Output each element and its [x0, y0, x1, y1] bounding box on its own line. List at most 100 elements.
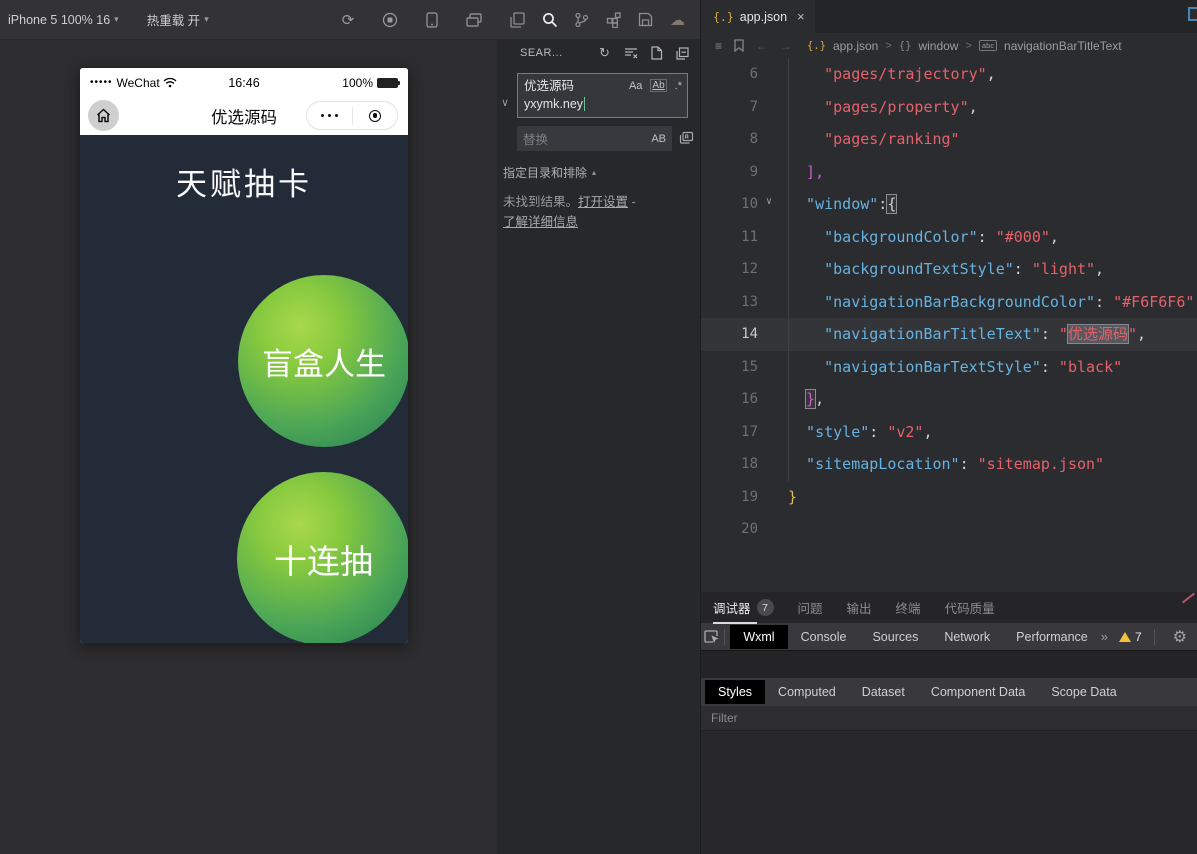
clear-results-icon[interactable]	[623, 46, 638, 61]
tab-computed[interactable]: Computed	[765, 680, 849, 704]
code-line-20[interactable]: 20	[701, 513, 1197, 546]
whole-word-toggle[interactable]: Ab	[650, 79, 666, 92]
code-line-14[interactable]: 14"navigationBarTitleText": "优选源码",	[701, 318, 1197, 351]
replace-input[interactable]: 替换 AB	[517, 126, 672, 151]
refresh-icon[interactable]: ⟳	[339, 11, 357, 29]
collapse-all-icon[interactable]	[675, 46, 690, 61]
search-sidebar: ☁ SEAR... ↻ ∨ 优选源码 yxymk.ney	[497, 0, 701, 854]
styles-tab-bar: Styles Computed Dataset Component Data S…	[701, 678, 1197, 706]
code-line-7[interactable]: 7"pages/property",	[701, 91, 1197, 124]
line-number: 9	[701, 164, 758, 180]
match-case-toggle[interactable]: Aa	[629, 80, 642, 92]
code-line-8[interactable]: 8"pages/ranking"	[701, 123, 1197, 156]
close-minimize-button[interactable]	[353, 110, 398, 122]
tab-problems[interactable]: 问题	[798, 598, 823, 617]
miniprogram-screen: 天赋抽卡 盲盒人生 十连抽	[80, 135, 408, 643]
breadcrumb-section[interactable]: window	[918, 39, 958, 53]
line-number: 18	[701, 456, 758, 472]
tab-styles[interactable]: Styles	[705, 680, 765, 704]
tab-component-data[interactable]: Component Data	[918, 680, 1039, 704]
inspect-element-icon[interactable]	[701, 629, 724, 645]
code-line-13[interactable]: 13"navigationBarBackgroundColor": "#F6F6…	[701, 286, 1197, 319]
line-number: 11	[701, 229, 758, 245]
new-search-editor-icon[interactable]	[649, 46, 664, 61]
code-line-17[interactable]: 17"style": "v2",	[701, 416, 1197, 449]
device-preview-icon[interactable]	[423, 11, 441, 29]
search-results-message: 未找到结果。打开设置 - 了解详细信息	[503, 192, 680, 232]
code-line-9[interactable]: 9],	[701, 156, 1197, 189]
tab-scope-data[interactable]: Scope Data	[1038, 680, 1129, 704]
tab-output[interactable]: 输出	[847, 598, 872, 617]
toggle-replace-chevron[interactable]: ∨	[501, 96, 509, 109]
hot-reload-toggle[interactable]: 热重载 开 ▾	[147, 10, 209, 29]
device-selector[interactable]: iPhone 5 100% 16 ▾	[8, 13, 119, 27]
tab-wxml[interactable]: Wxml	[730, 625, 787, 649]
search-details-toggle[interactable]: 指定目录和排除 ▴	[503, 164, 700, 181]
preserve-case-toggle[interactable]: AB	[651, 133, 666, 145]
files-icon[interactable]	[509, 11, 526, 28]
learn-more-link[interactable]: 了解详细信息	[503, 215, 578, 229]
code-line-18[interactable]: 18"sitemapLocation": "sitemap.json"	[701, 448, 1197, 481]
code-line-19[interactable]: 19}	[701, 481, 1197, 514]
string-property-icon: abc	[979, 40, 997, 51]
back-arrow-icon[interactable]: ←	[756, 39, 768, 53]
search-panel-header: SEAR... ↻	[497, 40, 700, 66]
replace-all-icon[interactable]	[679, 131, 694, 146]
ten-draw-button[interactable]: 十连抽	[237, 472, 408, 643]
code-line-11[interactable]: 11"backgroundColor": "#000",	[701, 221, 1197, 254]
more-menu-button[interactable]	[307, 114, 352, 118]
tab-terminal[interactable]: 终端	[896, 598, 921, 617]
outline-icon[interactable]: ≡	[715, 39, 722, 53]
code-line-12[interactable]: 12"backgroundTextStyle": "light",	[701, 253, 1197, 286]
battery-icon	[377, 78, 398, 88]
line-number: 12	[701, 261, 758, 277]
page-title: 优选源码	[211, 104, 277, 128]
line-number: 17	[701, 424, 758, 440]
save-icon[interactable]	[637, 11, 654, 28]
search-input[interactable]: 优选源码 yxymk.ney Aa Ab .*	[517, 73, 688, 118]
warning-counter[interactable]: 7	[1119, 630, 1142, 644]
dom-tree-area[interactable]	[701, 651, 1197, 678]
tab-performance[interactable]: Performance	[1003, 625, 1101, 649]
gear-icon[interactable]: ⚙	[1173, 627, 1187, 647]
forward-arrow-icon[interactable]: →	[780, 39, 792, 53]
cloud-icon[interactable]: ☁	[669, 11, 686, 28]
tab-network[interactable]: Network	[931, 625, 1003, 649]
styles-filter-input[interactable]: Filter	[701, 706, 1197, 731]
breadcrumb-file[interactable]: app.json	[833, 39, 878, 53]
multi-window-icon[interactable]	[465, 11, 483, 29]
tab-sources[interactable]: Sources	[859, 625, 931, 649]
tab-console[interactable]: Console	[788, 625, 860, 649]
refresh-search-icon[interactable]: ↻	[597, 46, 612, 61]
extensions-icon[interactable]	[605, 11, 622, 28]
bookmark-icon[interactable]	[734, 39, 744, 53]
styles-content-area[interactable]	[701, 731, 1197, 854]
screen-title: 天赋抽卡	[80, 159, 408, 204]
line-number: 6	[701, 66, 758, 82]
code-line-10[interactable]: 10∨"window":{	[701, 188, 1197, 221]
panel-resize-handle[interactable]	[1182, 593, 1195, 604]
tab-dataset[interactable]: Dataset	[849, 680, 918, 704]
breadcrumb-property[interactable]: navigationBarTitleText	[1004, 39, 1122, 53]
phone-status-bar: ••••• WeChat 16:46 100%	[80, 68, 408, 97]
close-icon[interactable]: ×	[797, 9, 805, 24]
open-settings-link[interactable]: 打开设置	[578, 195, 628, 209]
more-tabs-icon[interactable]: »	[1101, 629, 1107, 644]
code-line-15[interactable]: 15"navigationBarTextStyle": "black"	[701, 351, 1197, 384]
stop-record-icon[interactable]	[381, 11, 399, 29]
tab-app-json[interactable]: {.} app.json ×	[701, 0, 815, 33]
search-icon[interactable]	[541, 11, 558, 28]
code-line-6[interactable]: 6"pages/trajectory",	[701, 58, 1197, 91]
fold-chevron-icon[interactable]: ∨	[766, 196, 772, 207]
code-area[interactable]: 6"pages/trajectory",7"pages/property",8"…	[701, 58, 1197, 592]
editor-tab-bar: {.} app.json ×	[701, 0, 1197, 33]
source-control-icon[interactable]	[573, 11, 590, 28]
home-button[interactable]	[88, 100, 119, 131]
code-line-16[interactable]: 16},	[701, 383, 1197, 416]
blind-box-life-button[interactable]: 盲盒人生	[238, 275, 408, 447]
split-editor-icon[interactable]	[1188, 7, 1197, 21]
tab-code-quality[interactable]: 代码质量	[945, 598, 995, 617]
tab-debugger[interactable]: 调试器 7	[713, 598, 774, 617]
regex-toggle[interactable]: .*	[675, 80, 682, 92]
warning-icon	[1119, 632, 1131, 642]
